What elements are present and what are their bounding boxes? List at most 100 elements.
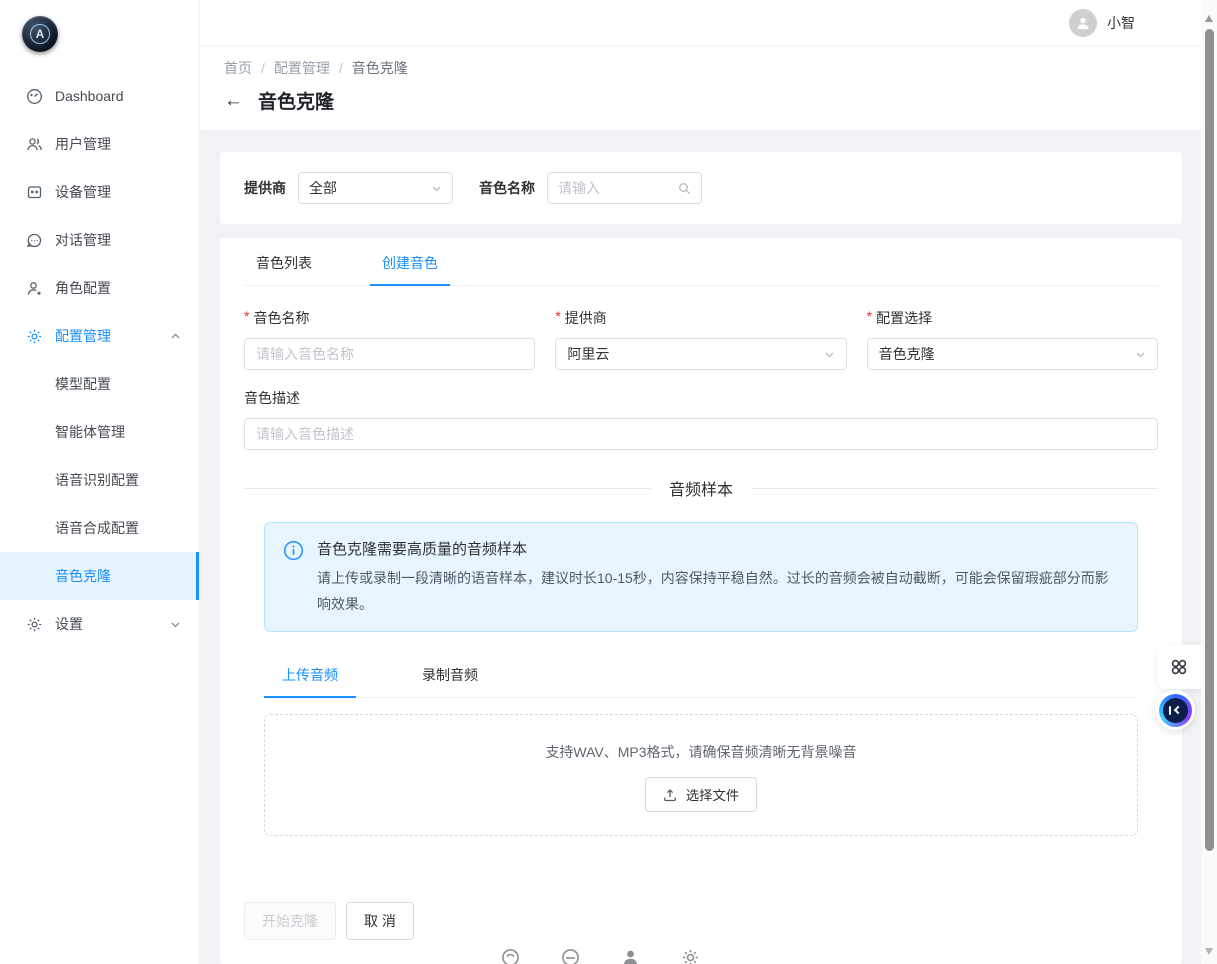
search-placeholder: 请输入	[558, 178, 600, 198]
sidebar-subitem-asr-config[interactable]: 语音识别配置	[0, 456, 199, 504]
scrollbar-down-arrow[interactable]	[1205, 948, 1213, 955]
required-marker: *	[244, 308, 249, 328]
app-logo[interactable]: A	[0, 0, 199, 64]
footer-person-icon[interactable]	[621, 948, 640, 964]
logo-circle: A	[22, 16, 58, 52]
dashboard-gauge-icon	[26, 88, 43, 105]
chevron-down-icon	[170, 619, 181, 630]
description-field: 音色描述 请输入音色描述	[244, 388, 1158, 450]
config-select[interactable]: 音色克隆	[867, 338, 1158, 370]
divider-line	[244, 488, 651, 489]
apps-grid-icon	[1169, 657, 1189, 677]
upload-icon	[663, 788, 677, 802]
robot-face-icon	[1163, 698, 1188, 723]
scrollbar-up-arrow[interactable]	[1205, 15, 1213, 22]
config-select-value: 音色克隆	[879, 344, 935, 364]
info-icon	[283, 540, 304, 618]
sidebar-item-user-management[interactable]: 用户管理	[0, 120, 199, 168]
upload-hint: 支持WAV、MP3格式，请确保音频清晰无背景噪音	[265, 742, 1137, 762]
back-arrow-icon[interactable]: ←	[224, 91, 243, 110]
breadcrumb-current: 音色克隆	[352, 58, 408, 78]
tab-create-voice[interactable]: 创建音色	[370, 238, 450, 286]
voice-name-field: * 音色名称 请输入音色名称	[244, 308, 535, 370]
robot-gradient-ring	[1159, 694, 1192, 727]
sidebar-item-label: 用户管理	[55, 134, 111, 154]
description-placeholder: 请输入音色描述	[256, 424, 354, 444]
sidebar-subitem-tts-config[interactable]: 语音合成配置	[0, 504, 199, 552]
app-window: A Dashboard 用户管理 设备管理	[0, 0, 1201, 964]
field-label-text: 音色描述	[244, 388, 300, 408]
footer-gear-icon[interactable]	[681, 948, 700, 964]
divider-line	[751, 488, 1158, 489]
create-voice-form: * 音色名称 请输入音色名称 * 提供商 阿里云	[244, 308, 1158, 370]
audio-sample-section: 音色克隆需要高质量的音频样本 请上传或录制一段清晰的语音样本，建议时长10-15…	[264, 522, 1138, 836]
alert-content: 音色克隆需要高质量的音频样本 请上传或录制一段清晰的语音样本，建议时长10-15…	[317, 538, 1119, 618]
alert-title: 音色克隆需要高质量的音频样本	[317, 538, 1119, 559]
tab-voice-list[interactable]: 音色列表	[244, 238, 324, 285]
sidebar-item-dashboard[interactable]: Dashboard	[0, 72, 199, 120]
vertical-scrollbar[interactable]	[1201, 0, 1217, 964]
field-label-text: 配置选择	[876, 308, 932, 328]
page-title: 音色克隆	[258, 87, 334, 114]
sidebar-item-label: Dashboard	[55, 88, 124, 104]
config-select-label: * 配置选择	[867, 308, 1158, 328]
voice-name-filter-label: 音色名称	[479, 178, 535, 198]
choose-file-button[interactable]: 选择文件	[645, 777, 757, 812]
user-avatar[interactable]	[1069, 9, 1097, 37]
apps-launcher-button[interactable]	[1157, 645, 1201, 689]
tab-bar: 音色列表 创建音色	[244, 238, 1158, 286]
upload-dropzone[interactable]: 支持WAV、MP3格式，请确保音频清晰无背景噪音 选择文件	[264, 714, 1138, 836]
chevron-down-icon	[824, 349, 835, 360]
sidebar-item-device-management[interactable]: 设备管理	[0, 168, 199, 216]
breadcrumb-separator: /	[339, 60, 343, 76]
voice-name-search-input[interactable]: 请输入	[547, 172, 702, 204]
sidebar-item-config-management[interactable]: 配置管理	[0, 312, 199, 360]
sidebar-subitem-label: 音色克隆	[55, 566, 111, 586]
provider-filter-value: 全部	[309, 178, 337, 198]
footer-circle-icon-2[interactable]	[561, 948, 580, 964]
audio-subtab-bar: 上传音频 录制音频	[264, 652, 1138, 698]
logo-letter: A	[30, 24, 50, 44]
voice-name-input[interactable]: 请输入音色名称	[244, 338, 535, 370]
sidebar-subitem-voice-clone[interactable]: 音色克隆	[0, 552, 199, 600]
filter-card: 提供商 全部 音色名称 请输入	[220, 152, 1182, 224]
footer-circle-icon-1[interactable]	[501, 948, 520, 964]
sidebar-subitem-label: 模型配置	[55, 374, 111, 394]
provider-filter-select[interactable]: 全部	[298, 172, 453, 204]
title-row: ← 音色克隆	[224, 87, 1177, 114]
cancel-button[interactable]: 取 消	[346, 902, 414, 940]
sidebar-item-role-config[interactable]: 角色配置	[0, 264, 199, 312]
sidebar-item-dialogue-management[interactable]: 对话管理	[0, 216, 199, 264]
form-actions: 开始克隆 取 消	[244, 902, 1158, 940]
field-label-text: 音色名称	[253, 308, 309, 328]
assistant-robot-button[interactable]	[1155, 690, 1195, 730]
config-select-field: * 配置选择 音色克隆	[867, 308, 1158, 370]
users-icon	[26, 136, 43, 153]
sidebar-item-settings[interactable]: 设置	[0, 600, 199, 648]
top-bar: 小智	[200, 0, 1201, 46]
description-label: 音色描述	[244, 388, 1158, 408]
choose-file-label: 选择文件	[686, 785, 739, 804]
provider-select[interactable]: 阿里云	[555, 338, 846, 370]
sidebar-item-label: 配置管理	[55, 326, 111, 346]
subtab-upload-audio[interactable]: 上传音频	[264, 652, 356, 698]
breadcrumb-home[interactable]: 首页	[224, 58, 252, 78]
start-clone-button[interactable]: 开始克隆	[244, 902, 336, 940]
username[interactable]: 小智	[1107, 13, 1135, 33]
content-area: 提供商 全部 音色名称 请输入 音色列表	[200, 130, 1201, 964]
provider-field: * 提供商 阿里云	[555, 308, 846, 370]
person-plus-icon	[26, 280, 43, 297]
divider-title: 音频样本	[651, 476, 751, 500]
sidebar: A Dashboard 用户管理 设备管理	[0, 0, 200, 964]
sidebar-item-label: 角色配置	[55, 278, 111, 298]
main-column: 小智 首页 / 配置管理 / 音色克隆 ← 音色克隆 提供商 全部	[200, 0, 1201, 964]
sidebar-subitem-model-config[interactable]: 模型配置	[0, 360, 199, 408]
breadcrumb-config-management[interactable]: 配置管理	[274, 58, 330, 78]
sidebar-item-label: 设备管理	[55, 182, 111, 202]
info-alert: 音色克隆需要高质量的音频样本 请上传或录制一段清晰的语音样本，建议时长10-15…	[264, 522, 1138, 632]
scrollbar-thumb[interactable]	[1205, 29, 1214, 851]
subtab-record-audio[interactable]: 录制音频	[404, 652, 496, 697]
provider-label: * 提供商	[555, 308, 846, 328]
sidebar-subitem-agent-management[interactable]: 智能体管理	[0, 408, 199, 456]
description-input[interactable]: 请输入音色描述	[244, 418, 1158, 450]
